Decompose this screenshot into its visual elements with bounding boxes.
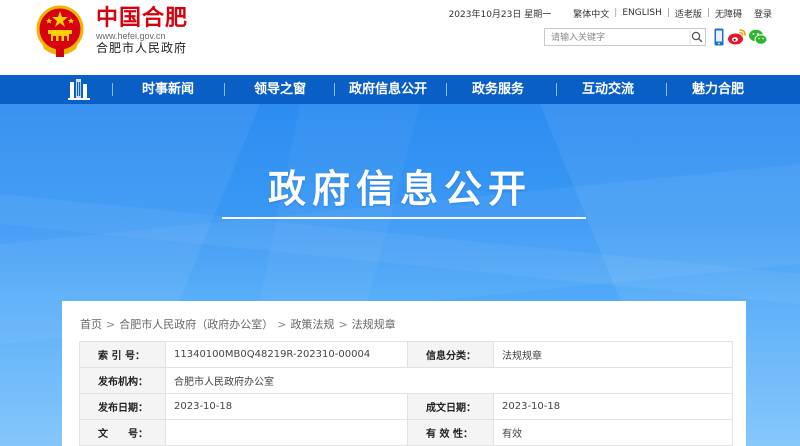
nav-divider	[224, 83, 225, 96]
nav-item-charm-hefei[interactable]: 魅力合肥	[668, 75, 768, 104]
breadcrumb-gov-office[interactable]: 合肥市人民政府（政府办公室）	[119, 318, 273, 331]
validity-label: 有 效 性：	[407, 419, 494, 446]
search-input[interactable]	[545, 29, 685, 45]
publish-date-value: 2023-10-18	[165, 393, 408, 420]
breadcrumb-separator: >	[277, 318, 287, 331]
nav-divider	[666, 83, 667, 96]
divider: |	[614, 8, 618, 18]
table-row: 发布机构： 合肥市人民政府办公室	[79, 367, 733, 394]
nav-item-gov-info[interactable]: 政府信息公开	[338, 75, 438, 104]
nav-divider	[556, 83, 557, 96]
divider: |	[706, 8, 710, 18]
nav-item-leadership[interactable]: 领导之窗	[230, 75, 330, 104]
mobile-icon[interactable]	[710, 28, 728, 46]
info-category-value: 法规规章	[493, 341, 733, 368]
index-number-value: 11340100MB0Q48219R-202310-00004	[165, 341, 408, 368]
nav-divider	[334, 83, 335, 96]
weibo-icon[interactable]	[727, 28, 747, 46]
written-date-label: 成文日期：	[407, 393, 494, 420]
nav-divider	[446, 83, 447, 96]
document-number-value	[165, 419, 408, 446]
search-icon[interactable]	[689, 30, 703, 44]
validity-value: 有效	[493, 419, 733, 446]
main-nav: 时事新闻 领导之窗 政府信息公开 政务服务 互动交流 魅力合肥	[0, 75, 800, 104]
national-emblem-icon	[36, 5, 84, 57]
nav-divider	[112, 83, 113, 96]
nav-item-news[interactable]: 时事新闻	[118, 75, 218, 104]
content-card: 首页 > 合肥市人民政府（政府办公室） > 政策法规 > 法规规章 索 引 号： 11340…	[62, 301, 746, 446]
wechat-icon[interactable]	[748, 28, 768, 46]
search-box	[544, 28, 706, 46]
breadcrumb: 首页 > 合肥市人民政府（政府办公室） > 政策法规 > 法规规章	[80, 316, 396, 332]
english-link[interactable]: ENGLISH	[622, 8, 662, 18]
document-number-label: 文 号：	[79, 419, 166, 446]
site-domain: www.hefei.gov.cn	[96, 31, 166, 41]
info-category-label: 信息分类：	[407, 341, 494, 368]
site-header: 中国合肥 www.hefei.gov.cn 合肥市人民政府 2023年10月23…	[0, 0, 800, 75]
publish-date-label: 发布日期：	[79, 393, 166, 420]
site-subtitle: 合肥市人民政府	[96, 41, 188, 55]
breadcrumb-separator: >	[106, 318, 116, 331]
top-utility-bar: 2023年10月23日 星期一 繁体中文 | ENGLISH | 适老版 | 无…	[449, 6, 772, 20]
breadcrumb-home[interactable]: 首页	[80, 318, 102, 331]
breadcrumb-separator: >	[338, 318, 348, 331]
publisher-value: 合肥市人民政府办公室	[165, 367, 733, 394]
breadcrumb-regulations[interactable]: 法规规章	[352, 318, 396, 331]
index-number-label: 索 引 号：	[79, 341, 166, 368]
login-link[interactable]: 登录	[754, 7, 772, 20]
written-date-value: 2023-10-18	[493, 393, 733, 420]
site-title[interactable]: 中国合肥	[96, 6, 188, 32]
table-row: 文 号： 有 效 性： 有效	[79, 419, 733, 446]
breadcrumb-policies[interactable]: 政策法规	[290, 318, 334, 331]
current-date: 2023年10月23日 星期一	[448, 9, 552, 20]
banner-underline	[222, 217, 586, 219]
nav-item-interaction[interactable]: 互动交流	[558, 75, 658, 104]
table-row: 发布日期： 2023-10-18 成文日期： 2023-10-18	[79, 393, 733, 420]
table-row: 索 引 号： 11340100MB0Q48219R-202310-00004 信…	[79, 341, 733, 368]
banner-title: 政府信息公开	[267, 167, 532, 211]
elderly-mode-link[interactable]: 适老版	[675, 7, 702, 20]
traditional-chinese-link[interactable]: 繁体中文	[573, 7, 609, 20]
publisher-label: 发布机构：	[79, 367, 166, 394]
nav-item-services[interactable]: 政务服务	[448, 75, 548, 104]
home-buildings-icon[interactable]	[66, 79, 92, 100]
divider: |	[666, 8, 670, 18]
document-info-table: 索 引 号： 11340100MB0Q48219R-202310-00004 信…	[79, 341, 733, 446]
accessibility-link[interactable]: 无障碍	[715, 7, 742, 20]
